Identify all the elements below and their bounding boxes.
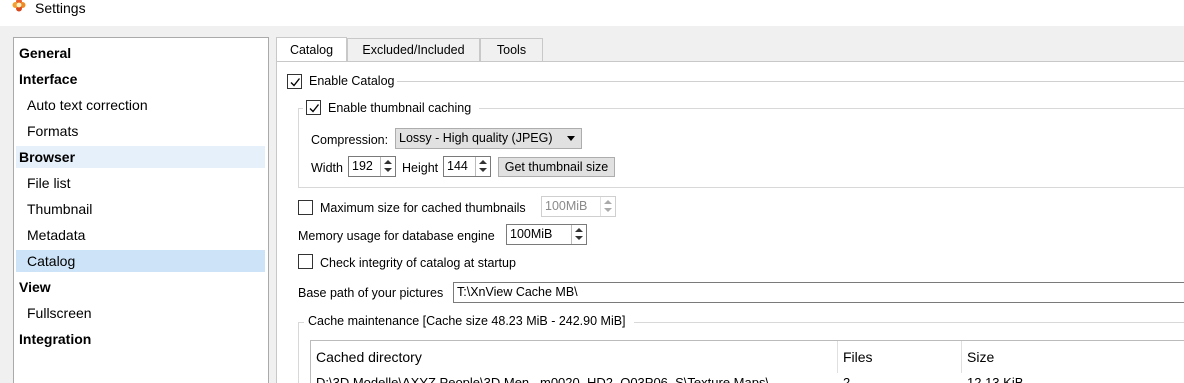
table-cell-size[interactable]: 12.13 KiB: [962, 374, 1184, 383]
tab-tools[interactable]: Tools: [480, 38, 543, 62]
spin-down-icon[interactable]: [479, 168, 487, 172]
sidebar-item-integration[interactable]: Integration: [16, 328, 265, 350]
spin-down-icon[interactable]: [604, 208, 612, 212]
spin-up-icon[interactable]: [479, 160, 487, 164]
compression-label: Compression:: [311, 133, 389, 147]
compression-dropdown[interactable]: Lossy - High quality (JPEG): [395, 128, 582, 149]
cached-directory-table[interactable]: Cached directory Files Size D:\3D Modell…: [310, 340, 1184, 383]
check-integrity-label: Check integrity of catalog at startup: [320, 256, 516, 270]
base-path-input[interactable]: T:\XnView Cache MB\: [453, 282, 1184, 303]
column-header-files[interactable]: Files: [838, 341, 962, 373]
sidebar-item-general[interactable]: General: [16, 42, 265, 64]
height-spinbox[interactable]: 144: [443, 156, 491, 177]
enable-catalog-checkbox[interactable]: [287, 74, 302, 89]
sidebar-item-metadata[interactable]: Metadata: [16, 224, 265, 246]
column-header-size[interactable]: Size: [962, 341, 1184, 373]
sidebar-item-fullscreen[interactable]: Fullscreen: [16, 302, 265, 324]
spin-buttons[interactable]: [380, 157, 395, 176]
checkmark-icon: [309, 104, 320, 113]
spin-down-icon[interactable]: [575, 236, 583, 240]
compression-value: Lossy - High quality (JPEG): [399, 131, 553, 145]
get-thumbnail-size-button[interactable]: Get thumbnail size: [498, 157, 615, 177]
sidebar-item-file-list[interactable]: File list: [16, 172, 265, 194]
title-bar: Settings: [0, 0, 1184, 26]
max-size-label: Maximum size for cached thumbnails: [320, 201, 526, 215]
chevron-down-icon: [567, 136, 575, 141]
spin-up-icon[interactable]: [384, 160, 392, 164]
sidebar-item-browser[interactable]: Browser: [16, 146, 265, 168]
width-spinbox[interactable]: 192: [348, 156, 396, 177]
enable-catalog-group-line: [397, 81, 1184, 82]
enable-thumbnail-caching-checkbox[interactable]: [306, 100, 321, 115]
cache-maintenance-label: Cache maintenance [Cache size 48.23 MiB …: [308, 314, 626, 328]
height-value: 144: [447, 159, 468, 173]
spin-buttons[interactable]: [475, 157, 490, 176]
xnview-flower-icon: [12, 0, 26, 12]
sidebar-item-thumbnail[interactable]: Thumbnail: [16, 198, 265, 220]
sidebar-item-catalog[interactable]: Catalog: [16, 250, 265, 272]
sidebar-item-interface[interactable]: Interface: [16, 68, 265, 90]
width-label: Width: [311, 161, 343, 175]
height-label: Height: [402, 161, 439, 175]
column-header-cached-directory[interactable]: Cached directory: [311, 341, 838, 373]
tab-catalog[interactable]: Catalog: [276, 37, 347, 62]
table-cell-directory[interactable]: D:\3D Modelle\AXYZ People\3D Men...m0020…: [311, 374, 831, 383]
width-value: 192: [352, 159, 373, 173]
memory-usage-value: 100MiB: [510, 227, 553, 241]
sidebar-item-formats[interactable]: Formats: [16, 120, 265, 142]
memory-usage-label: Memory usage for database engine: [298, 229, 495, 243]
tab-excluded-included[interactable]: Excluded/Included: [347, 38, 480, 62]
sidebar-item-view[interactable]: View: [16, 276, 265, 298]
settings-category-tree[interactable]: General Interface Auto text correction F…: [13, 37, 269, 383]
max-size-cached-thumbnails-checkbox[interactable]: [298, 200, 313, 215]
check-integrity-checkbox[interactable]: [298, 254, 313, 269]
spin-up-icon[interactable]: [575, 228, 583, 232]
spin-buttons[interactable]: [571, 225, 586, 244]
spin-up-icon[interactable]: [604, 200, 612, 204]
memory-usage-spinbox[interactable]: 100MiB: [506, 224, 587, 245]
base-path-label: Base path of your pictures: [298, 286, 444, 300]
max-size-value: 100MiB: [545, 199, 588, 213]
enable-catalog-label: Enable Catalog: [309, 74, 395, 88]
checkmark-icon: [290, 78, 301, 87]
spin-buttons[interactable]: [600, 197, 615, 216]
sidebar-item-auto-text-correction[interactable]: Auto text correction: [16, 94, 265, 116]
window-title: Settings: [35, 0, 86, 16]
enable-thumbnail-caching-label: Enable thumbnail caching: [328, 101, 472, 115]
table-cell-files[interactable]: 2: [838, 374, 962, 383]
spin-down-icon[interactable]: [384, 168, 392, 172]
max-size-spinbox[interactable]: 100MiB: [541, 196, 616, 217]
